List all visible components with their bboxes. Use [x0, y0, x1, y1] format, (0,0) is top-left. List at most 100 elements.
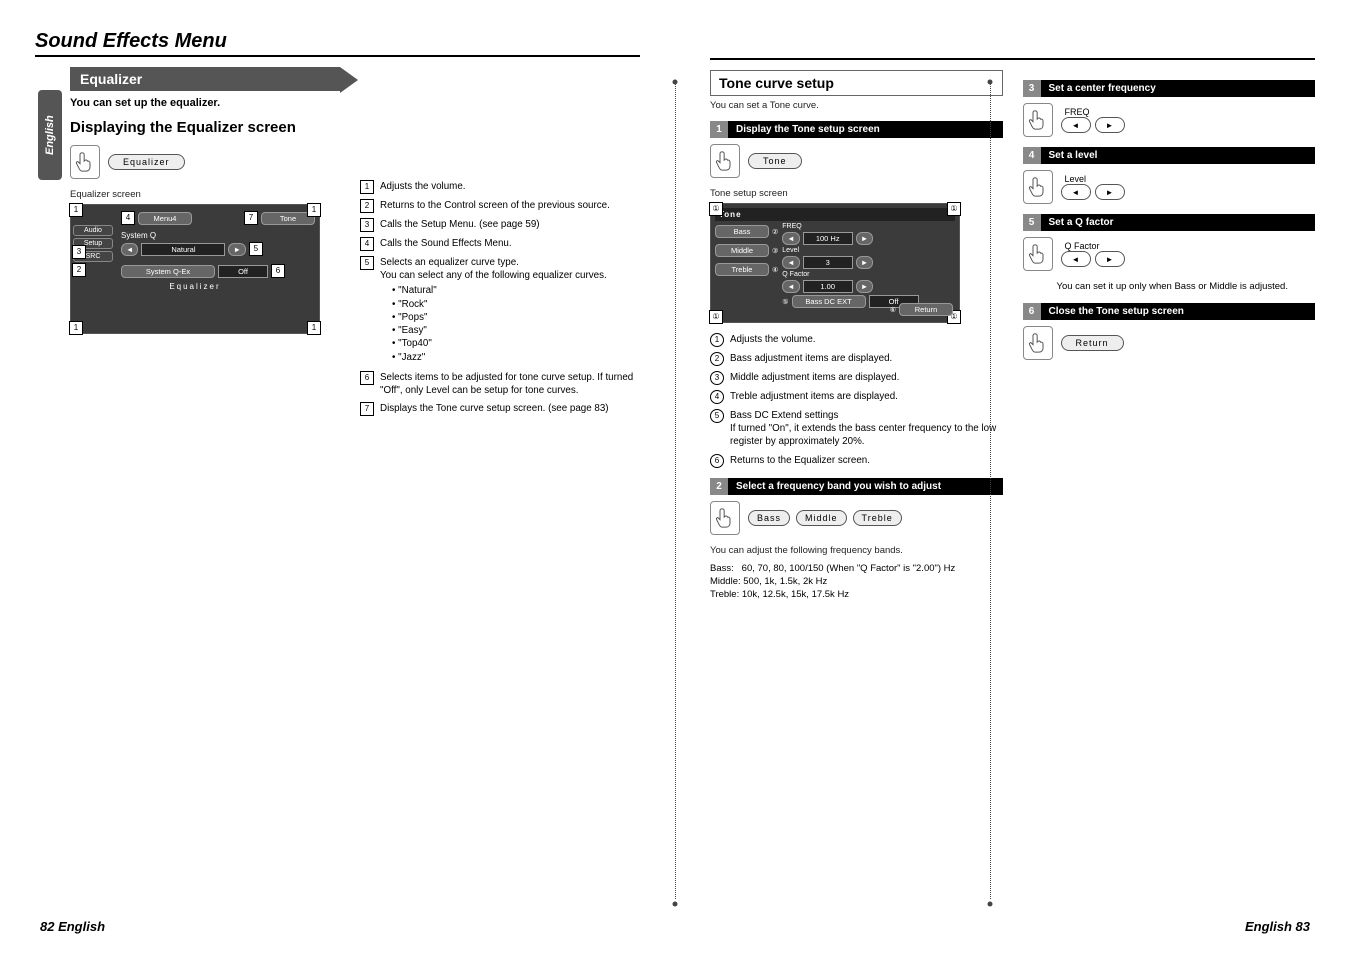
qfactor-note: You can set it up only when Bass or Midd… — [1057, 281, 1316, 293]
freq-left-btn[interactable]: ◄ — [1061, 117, 1091, 133]
eq-item-extra: You can select any of the following equa… — [380, 269, 640, 282]
eq-item-6: 6 Selects items to be adjusted for tone c… — [360, 371, 640, 397]
tone-screen-caption: Tone setup screen — [710, 188, 1003, 199]
tone-pill[interactable]: Tone — [748, 153, 802, 169]
eq-item-text: Returns to the Control screen of the pre… — [380, 199, 640, 212]
sysqex-value: Off — [218, 265, 268, 278]
tone-hdr: Tone — [715, 208, 955, 221]
equalizer-intro: You can set up the equalizer. — [70, 97, 340, 109]
tone-item-num: 4 — [710, 390, 724, 404]
level-val: 3 — [803, 256, 853, 269]
language-tab: English — [38, 90, 62, 180]
eq-item-text: Selects items to be adjusted for tone cu… — [380, 371, 640, 397]
eq-screen-footer: Equalizer — [75, 282, 315, 291]
eq-item-text: Calls the Sound Effects Menu. — [380, 237, 640, 250]
step-5-title: Set a Q factor — [1041, 214, 1316, 231]
displaying-eq-heading: Displaying the Equalizer screen — [70, 119, 340, 137]
tone-item-text: Bass DC Extend settings — [730, 409, 1003, 422]
tone-intro: You can set a Tone curve. — [710, 100, 1003, 111]
touch-icon — [1023, 326, 1053, 360]
touch-icon — [70, 145, 100, 179]
freq-right-btn[interactable]: ► — [1095, 117, 1125, 133]
level-left-btn[interactable]: ◄ — [1061, 184, 1091, 200]
tone-item-text: Adjusts the volume. — [730, 333, 1003, 346]
touch-icon — [1023, 237, 1053, 271]
callout-4: 4 — [121, 211, 135, 225]
treble-pill[interactable]: Treble — [853, 510, 902, 526]
title-rule-right — [710, 58, 1315, 60]
callout-2: 2 — [72, 263, 86, 277]
step-6-title: Close the Tone setup screen — [1041, 303, 1316, 320]
freq-val: 100 Hz — [803, 232, 853, 245]
eq-item-text: Displays the Tone curve setup screen. (s… — [380, 402, 640, 415]
systemq-label: System Q — [121, 231, 315, 240]
tone-item-num: 2 — [710, 352, 724, 366]
tone-item-6: 6 Returns to the Equalizer screen. — [710, 454, 1003, 468]
return-pill[interactable]: Return — [1061, 335, 1124, 351]
callout-1c: 1 — [69, 321, 83, 335]
step-6-num: 6 — [1023, 303, 1041, 320]
eq-item-3: 3Calls the Setup Menu. (see page 59) — [360, 218, 640, 232]
tone-item-num: 6 — [710, 454, 724, 468]
tcall-1a: ① — [709, 202, 723, 216]
tone-item-num: 5 — [710, 409, 724, 423]
eq-item-4: 4 Calls the Sound Effects Menu. — [360, 237, 640, 251]
freq-lbl: FREQ — [782, 223, 955, 230]
touch-icon — [1023, 103, 1053, 137]
q-left-btn[interactable]: ◄ — [1061, 251, 1091, 267]
return-btn-screen: Return — [899, 303, 953, 316]
freq-middle: Middle: 500, 1k, 1.5k, 2k Hz — [710, 575, 1003, 588]
level-right-btn[interactable]: ► — [1095, 184, 1125, 200]
page-title: Sound Effects Menu — [35, 30, 640, 53]
eq-item-num: 6 — [360, 371, 374, 385]
tone-screen: ① ① ① ① Tone Bass② Middle③ Treble④ FREQ … — [710, 203, 960, 323]
eq-item-text: Selects an equalizer curve type. — [380, 256, 640, 269]
step-5-num: 5 — [1023, 214, 1041, 231]
touch-icon — [1023, 170, 1053, 204]
step-1: 1 Display the Tone setup screen — [710, 121, 1003, 138]
page-number-right: English 83 — [1245, 919, 1310, 934]
tone-curve-title: Tone curve setup — [719, 75, 994, 91]
eq-bullet: "Pops" — [392, 311, 640, 324]
eq-item-1: 1Adjusts the volume. — [360, 180, 640, 194]
callout-1d: 1 — [307, 321, 321, 335]
middle-pill[interactable]: Middle — [796, 510, 847, 526]
eq-item-num: 4 — [360, 237, 374, 251]
tone-item-text: Bass adjustment items are displayed. — [730, 352, 1003, 365]
middle-tab: Middle — [715, 244, 769, 257]
tone-item-num: 3 — [710, 371, 724, 385]
eq-item-num: 2 — [360, 199, 374, 213]
step-3-num: 3 — [1023, 80, 1041, 97]
eq-screen-caption: Equalizer screen — [70, 189, 340, 200]
bass-tab: Bass — [715, 225, 769, 238]
tcall-1c: ① — [709, 310, 723, 324]
page-number-left: 82 English — [40, 919, 105, 934]
menu4-btn: Menu4 — [138, 212, 192, 225]
bass-pill[interactable]: Bass — [748, 510, 790, 526]
title-rule — [35, 55, 640, 57]
sysq-right: ► — [228, 243, 245, 256]
eq-item-num: 7 — [360, 402, 374, 416]
q-lbl: Q Factor — [782, 271, 955, 278]
callout-3: 3 — [72, 245, 86, 259]
eq-item-num: 5 — [360, 256, 374, 270]
freq-label: FREQ — [1065, 107, 1125, 117]
step-1-title: Display the Tone setup screen — [728, 121, 1003, 138]
equalizer-pill[interactable]: Equalizer — [108, 154, 185, 170]
dc-lbl: Bass DC EXT — [792, 295, 866, 308]
tone-item-4: 4Treble adjustment items are displayed. — [710, 390, 1003, 404]
tone-item-5: 5Bass DC Extend settingsIf turned "On", … — [710, 409, 1003, 449]
tone-item-1: 1 Adjusts the volume. — [710, 333, 1003, 347]
step-2: 2 Select a frequency band you wish to ad… — [710, 478, 1003, 495]
sysq-value: Natural — [141, 243, 225, 256]
eq-item-5: 5 Selects an equalizer curve type.You can… — [360, 256, 640, 366]
eq-item-num: 3 — [360, 218, 374, 232]
step-6: 6 Close the Tone setup screen — [1023, 303, 1316, 320]
step-1-num: 1 — [710, 121, 728, 138]
tone-item-num: 1 — [710, 333, 724, 347]
step-5: 5 Set a Q factor — [1023, 214, 1316, 231]
treble-tab: Treble — [715, 263, 769, 276]
step-2-num: 2 — [710, 478, 728, 495]
q-right-btn[interactable]: ► — [1095, 251, 1125, 267]
tone-item-text: Returns to the Equalizer screen. — [730, 454, 1003, 467]
